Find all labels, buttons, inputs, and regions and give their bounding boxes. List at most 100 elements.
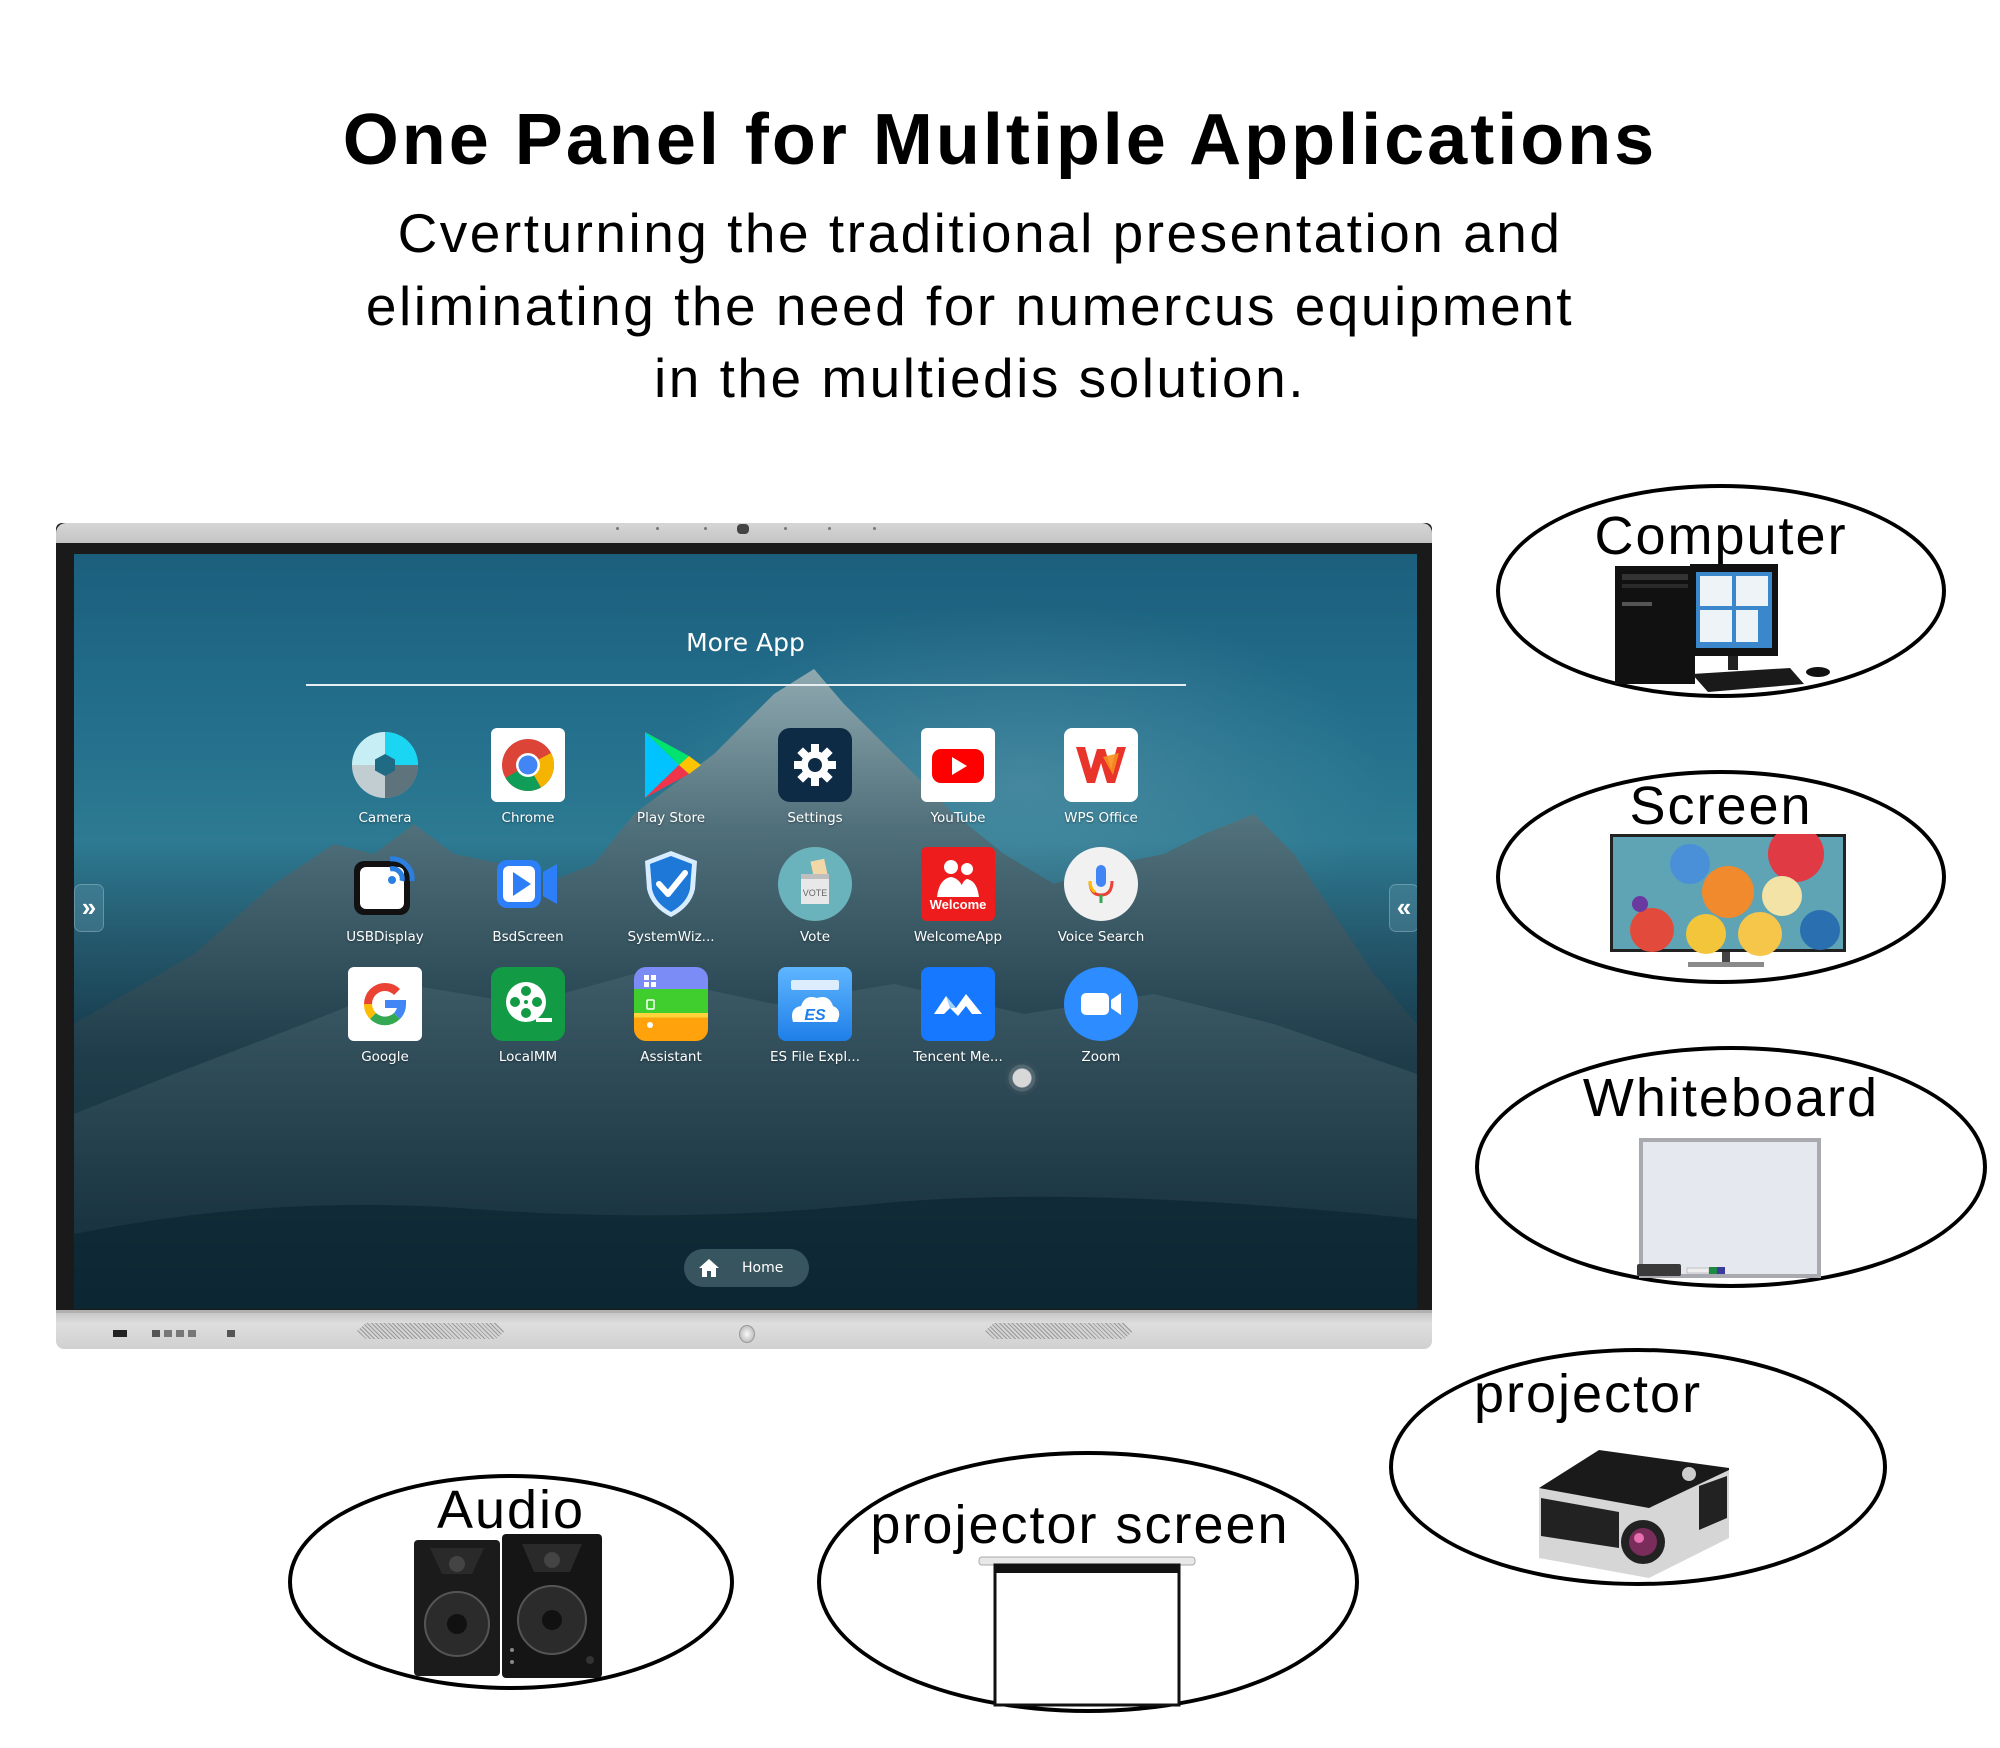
app-label: Vote (799, 929, 831, 945)
app-vote[interactable]: VOTE Vote (745, 847, 885, 957)
panel-screen: More App Camera Chrome Play Store Settin… (74, 554, 1417, 1309)
es-file-explorer-icon: ES (778, 967, 852, 1041)
chrome-icon (491, 728, 565, 802)
usb-port (176, 1330, 184, 1337)
app-label: Settings (787, 810, 843, 826)
vote-badge-text: VOTE (803, 888, 828, 898)
device-projector-screen: projector screen (817, 1451, 1359, 1713)
whiteboard-icon (1637, 1138, 1821, 1278)
camera-icon (348, 728, 422, 802)
app-voice-search[interactable]: Voice Search (1031, 847, 1171, 957)
device-label: Screen (1629, 776, 1813, 836)
projector-icon (1539, 1450, 1729, 1578)
app-label: BsdScreen (492, 929, 564, 945)
microphone-icon (1064, 847, 1138, 921)
device-label: Computer (1594, 506, 1848, 566)
app-zoom[interactable]: Zoom (1031, 967, 1171, 1077)
app-label: ES File Expl... (770, 1049, 860, 1065)
section-title: More App (686, 628, 805, 657)
floating-assistive-ball[interactable] (1005, 1061, 1039, 1095)
app-label: Play Store (636, 810, 706, 826)
speakers-icon (414, 1534, 602, 1678)
app-label: Zoom (1081, 1049, 1121, 1065)
app-es-file-explorer[interactable]: ES ES File Expl... (745, 967, 885, 1077)
device-label: Audio (436, 1480, 586, 1540)
projection-screen-icon (978, 1556, 1196, 1707)
app-localmm[interactable]: LocalMM (458, 967, 598, 1077)
home-button[interactable]: Home (684, 1249, 809, 1287)
device-computer: Computer (1496, 484, 1946, 698)
app-label: USBDisplay (346, 929, 424, 945)
usb-port (113, 1330, 127, 1337)
play-store-icon (634, 728, 708, 802)
ballot-box-icon: VOTE (778, 847, 852, 921)
app-welcomeapp[interactable]: Welcome WelcomeApp (888, 847, 1028, 957)
mic-hole (873, 527, 876, 530)
app-youtube[interactable]: YouTube (888, 728, 1028, 838)
app-play-store[interactable]: Play Store (601, 728, 741, 838)
device-screen: Screen (1496, 770, 1946, 984)
google-icon (348, 967, 422, 1041)
app-assistant[interactable]: Assistant (601, 967, 741, 1077)
usb-port (188, 1330, 196, 1337)
subtitle-line-1: Cverturning the traditional presentation… (397, 202, 1563, 264)
usb-display-icon (348, 847, 422, 921)
power-button[interactable] (739, 1325, 755, 1343)
app-label: Camera (358, 810, 412, 826)
wps-office-icon (1064, 728, 1138, 802)
shield-check-icon (634, 847, 708, 921)
gear-icon (778, 728, 852, 802)
app-label: SystemWiz... (627, 929, 715, 945)
subtitle-line-3: in the multiedis solution. (654, 347, 1306, 409)
device-whiteboard: Whiteboard (1475, 1046, 1987, 1288)
app-chrome[interactable]: Chrome (458, 728, 598, 838)
mic-hole (616, 527, 619, 530)
device-projector: projector (1389, 1348, 1887, 1586)
app-settings[interactable]: Settings (745, 728, 885, 838)
app-bsdscreen[interactable]: BsdScreen (458, 847, 598, 957)
app-label: WelcomeApp (913, 929, 1003, 945)
hdmi-port (152, 1330, 160, 1337)
headline: One Panel for Multiple Applications (342, 100, 1658, 180)
device-label: Whiteboard (1582, 1068, 1880, 1128)
usb-port (164, 1330, 172, 1337)
app-camera[interactable]: Camera (315, 728, 455, 838)
section-divider (306, 684, 1186, 686)
device-label: projector (1473, 1364, 1703, 1424)
mic-hole (828, 527, 831, 530)
subtitle-line-2: eliminating the need for numercus equipm… (365, 275, 1575, 337)
webcam-icon (737, 524, 749, 534)
es-badge: ES (804, 1007, 826, 1024)
youtube-icon (921, 728, 995, 802)
desktop-computer-icon (1615, 564, 1830, 692)
mic-hole (704, 527, 707, 530)
tv-screen-icon (1610, 834, 1846, 967)
app-label: Chrome (501, 810, 555, 826)
zoom-video-icon (1064, 967, 1138, 1041)
mic-hole (784, 527, 787, 530)
app-tencent-meeting[interactable]: Tencent Me... (888, 967, 1028, 1077)
expand-sidebar-left-button[interactable]: » (74, 884, 104, 932)
welcome-badge: Welcome (929, 896, 987, 912)
video-camera-icon (491, 847, 565, 921)
app-label: LocalMM (498, 1049, 558, 1065)
app-systemwizard[interactable]: SystemWiz... (601, 847, 741, 957)
app-label: Google (361, 1049, 409, 1065)
speaker-grille-right (985, 1323, 1133, 1339)
app-wps-office[interactable]: WPS Office (1031, 728, 1171, 838)
device-audio: Audio (288, 1474, 734, 1690)
home-icon (699, 1259, 719, 1277)
expand-sidebar-right-button[interactable]: « (1389, 884, 1417, 932)
mic-hole (656, 527, 659, 530)
app-usb-display[interactable]: USBDisplay (315, 847, 455, 957)
app-label: WPS Office (1064, 810, 1138, 826)
app-label: Voice Search (1057, 929, 1145, 945)
app-label: YouTube (930, 810, 986, 826)
assistant-icon (634, 967, 708, 1041)
tencent-meeting-icon (921, 967, 995, 1041)
app-label: Tencent Me... (913, 1049, 1003, 1065)
app-label: Assistant (640, 1049, 702, 1065)
app-google[interactable]: Google (315, 967, 455, 1077)
speaker-grille-left (357, 1323, 505, 1339)
device-label: projector screen (870, 1495, 1290, 1555)
